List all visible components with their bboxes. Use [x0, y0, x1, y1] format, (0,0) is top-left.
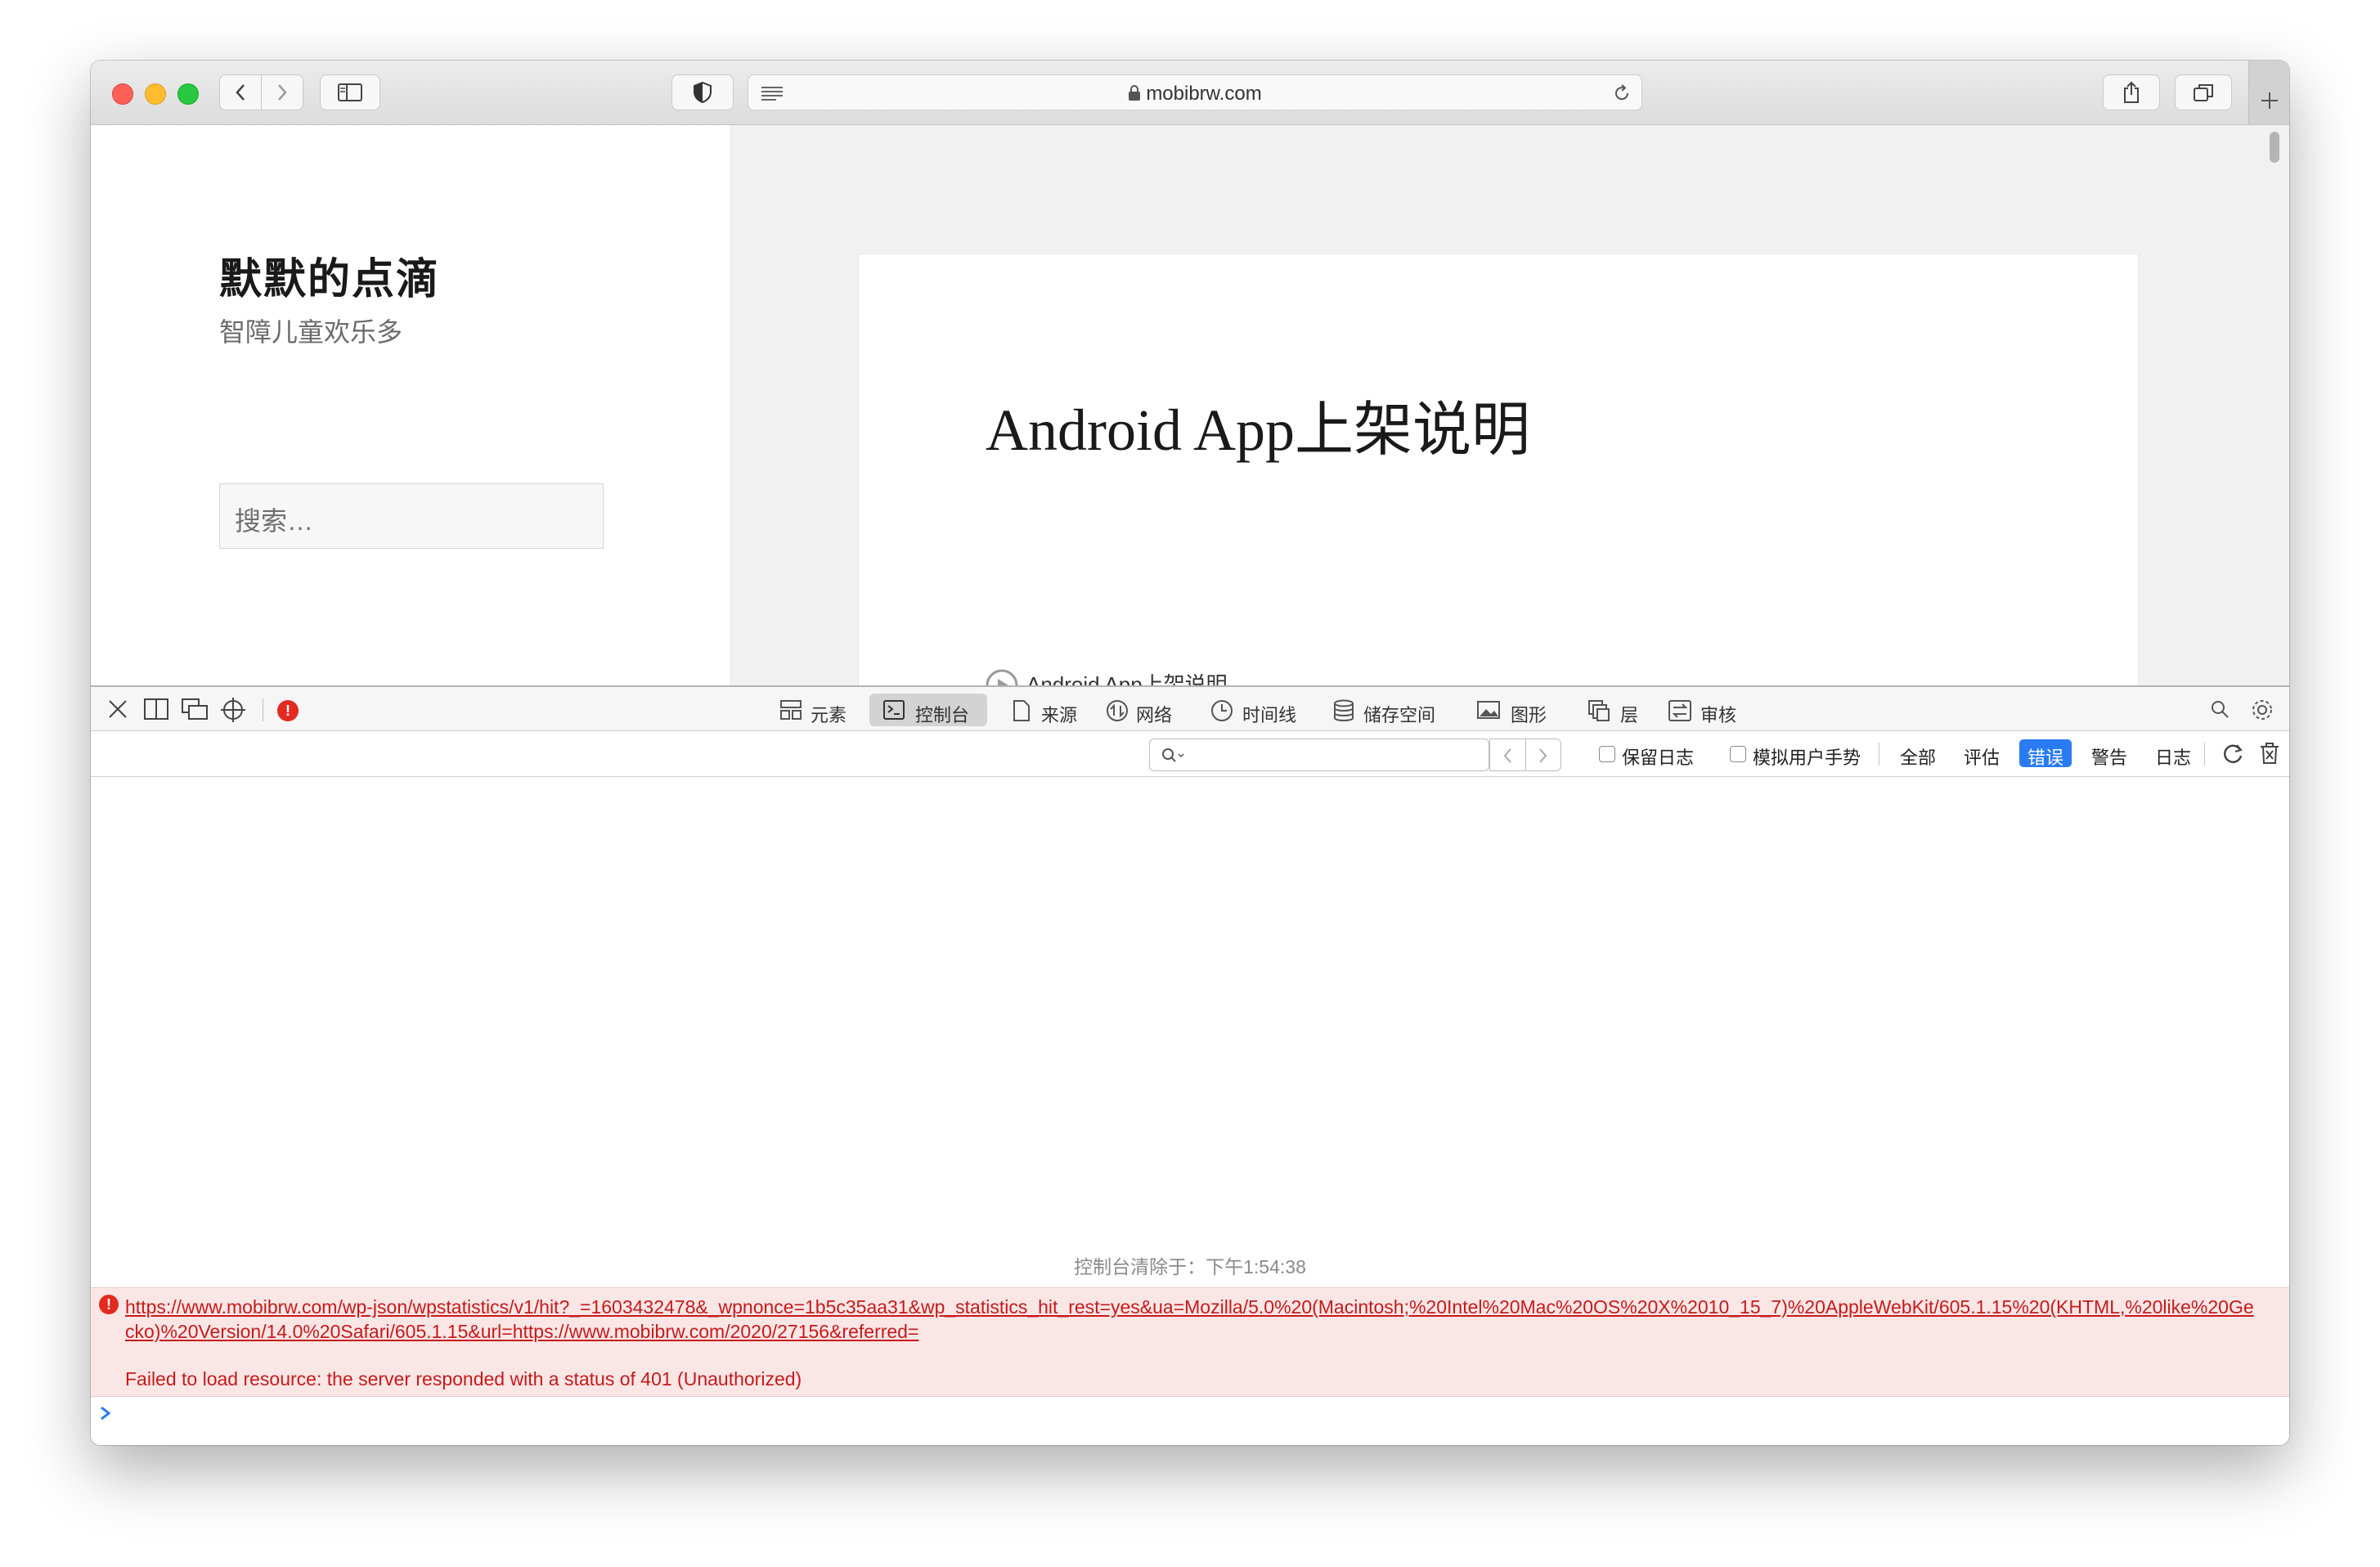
level-evaluations[interactable]: 评估 — [1956, 739, 2008, 768]
document-icon — [1013, 700, 1030, 721]
tab-timelines[interactable]: 时间线 — [1206, 694, 1305, 726]
lock-icon — [1129, 85, 1141, 101]
tabs-icon — [2194, 84, 2213, 101]
tab-console[interactable]: 控制台 — [869, 694, 987, 726]
share-button[interactable] — [2103, 74, 2160, 110]
tab-overview-button[interactable] — [2175, 74, 2232, 110]
post-title[interactable]: Android App上架说明 — [986, 381, 1530, 467]
chevron-right-icon — [278, 84, 287, 101]
sidebar-toggle-button[interactable] — [320, 74, 380, 110]
refresh-circle-icon[interactable] — [2221, 742, 2245, 766]
preserve-log-label: 保留日志 — [1622, 748, 1695, 768]
tab-label: 层 — [1620, 705, 1639, 725]
level-logs[interactable]: 日志 — [2147, 739, 2199, 768]
console-output: 控制台清除于：下午1:54:38 ! https://www.mobibrw.c… — [91, 777, 2289, 1445]
address-bar[interactable]: mobibrw.com — [748, 74, 1642, 110]
tab-label: 图形 — [1511, 705, 1547, 725]
audit-icon — [1668, 700, 1691, 721]
level-warnings[interactable]: 警告 — [2083, 739, 2135, 768]
level-errors[interactable]: 错误 — [2019, 739, 2072, 768]
error-resource-link[interactable]: https://www.mobibrw.com/wp-json/wpstatis… — [125, 1295, 2260, 1344]
search-input[interactable]: 搜索… — [219, 483, 604, 549]
chevron-right-icon[interactable] — [1536, 747, 1549, 765]
error-text: Failed to load resource: the server resp… — [125, 1368, 802, 1390]
console-filter-bar: 保留日志 模拟用户手势 全部 评估 错误 警告 日志 — [91, 731, 2289, 777]
preserve-log-checkbox[interactable] — [1599, 746, 1615, 762]
tab-layers[interactable]: 层 — [1584, 694, 1641, 726]
error-count-icon[interactable]: ! — [277, 700, 299, 721]
filter-divider — [2204, 743, 2205, 766]
sidebar-icon — [338, 83, 362, 101]
address-text-row: mobibrw.com — [748, 83, 1641, 106]
url-text: mobibrw.com — [1146, 83, 1262, 105]
play-icon — [986, 669, 1018, 686]
tab-label: 时间线 — [1242, 705, 1297, 725]
trash-icon[interactable] — [2258, 741, 2281, 766]
network-icon — [1107, 700, 1128, 721]
tab-sources[interactable]: 来源 — [1007, 694, 1089, 726]
new-tab-button[interactable] — [2248, 61, 2289, 124]
tab-label: 来源 — [1041, 705, 1078, 725]
web-page: 默默的点滴 智障儿童欢乐多 搜索… Android App上架说明 Androi… — [91, 125, 2289, 686]
dock-side-icon[interactable] — [143, 697, 169, 721]
caption-text: Android App上架说明 — [1026, 672, 1228, 686]
tab-network[interactable]: 网络 — [1102, 694, 1183, 726]
emulate-gesture-checkbox[interactable] — [1730, 746, 1746, 762]
nav-divider — [1525, 739, 1526, 770]
search-icon — [1162, 748, 1184, 762]
forward-button[interactable] — [261, 74, 303, 110]
site-title[interactable]: 默默的点滴 — [219, 245, 440, 306]
gear-icon[interactable] — [2250, 698, 2274, 722]
title-bar: mobibrw.com — [91, 61, 2289, 125]
console-prompt-icon[interactable] — [97, 1403, 115, 1423]
level-all[interactable]: 全部 — [1892, 739, 1944, 768]
console-icon — [883, 700, 905, 720]
tab-label: 元素 — [811, 705, 847, 725]
console-filter-input[interactable] — [1149, 739, 1489, 771]
tab-graphics[interactable]: 图形 — [1473, 694, 1555, 726]
reload-icon[interactable] — [1612, 83, 1632, 103]
post-image-caption: Android App上架说明 — [986, 668, 1228, 686]
tab-elements[interactable]: 元素 — [773, 694, 855, 726]
site-sidebar: 默默的点滴 智障儿童欢乐多 搜索… — [91, 125, 731, 686]
minimize-window-button[interactable] — [145, 83, 166, 105]
post-card: Android App上架说明 Android App上架说明 — [858, 254, 2139, 686]
tab-label: 网络 — [1136, 705, 1173, 725]
privacy-report-button[interactable] — [671, 74, 734, 110]
back-button[interactable] — [219, 74, 262, 110]
database-icon — [1334, 699, 1354, 721]
close-icon[interactable] — [106, 697, 130, 721]
share-icon — [2124, 81, 2139, 103]
tab-label: 控制台 — [915, 705, 970, 725]
search-icon[interactable] — [2209, 698, 2230, 720]
image-icon — [1477, 701, 1500, 719]
layers-icon — [1588, 700, 1610, 721]
tab-audit[interactable]: 审核 — [1664, 694, 1746, 726]
page-scrollbar[interactable] — [2270, 132, 2279, 163]
site-description: 智障儿童欢乐多 — [219, 317, 403, 347]
clock-icon — [1211, 700, 1233, 721]
browser-window: mobibrw.com 默默的点滴 智障儿童欢乐多 搜索… Android Ap… — [91, 61, 2289, 1445]
error-icon: ! — [99, 1295, 119, 1314]
close-window-button[interactable] — [112, 83, 133, 105]
tab-label: 审核 — [1700, 705, 1737, 725]
zoom-window-button[interactable] — [177, 83, 199, 105]
console-cleared-message: 控制台清除于：下午1:54:38 — [1074, 1256, 1306, 1277]
console-error-message: ! https://www.mobibrw.com/wp-json/wpstat… — [91, 1287, 2289, 1397]
elements-icon — [780, 700, 802, 720]
tab-storage[interactable]: 储存空间 — [1329, 694, 1448, 726]
emulate-gesture-label: 模拟用户手势 — [1753, 748, 1861, 768]
plus-icon — [2261, 92, 2278, 109]
undock-icon[interactable] — [181, 697, 209, 721]
chevron-left-icon — [236, 84, 245, 101]
filter-nav-buttons — [1489, 739, 1561, 771]
devtools-toolbar: ! 元素 控制台 来源 网络 时间线 储存空间 图形 层 审核 — [91, 685, 2289, 731]
tab-label: 储存空间 — [1363, 705, 1436, 725]
shield-icon — [694, 82, 712, 103]
crosshair-icon[interactable] — [220, 697, 246, 723]
chevron-left-icon[interactable] — [1502, 747, 1515, 765]
